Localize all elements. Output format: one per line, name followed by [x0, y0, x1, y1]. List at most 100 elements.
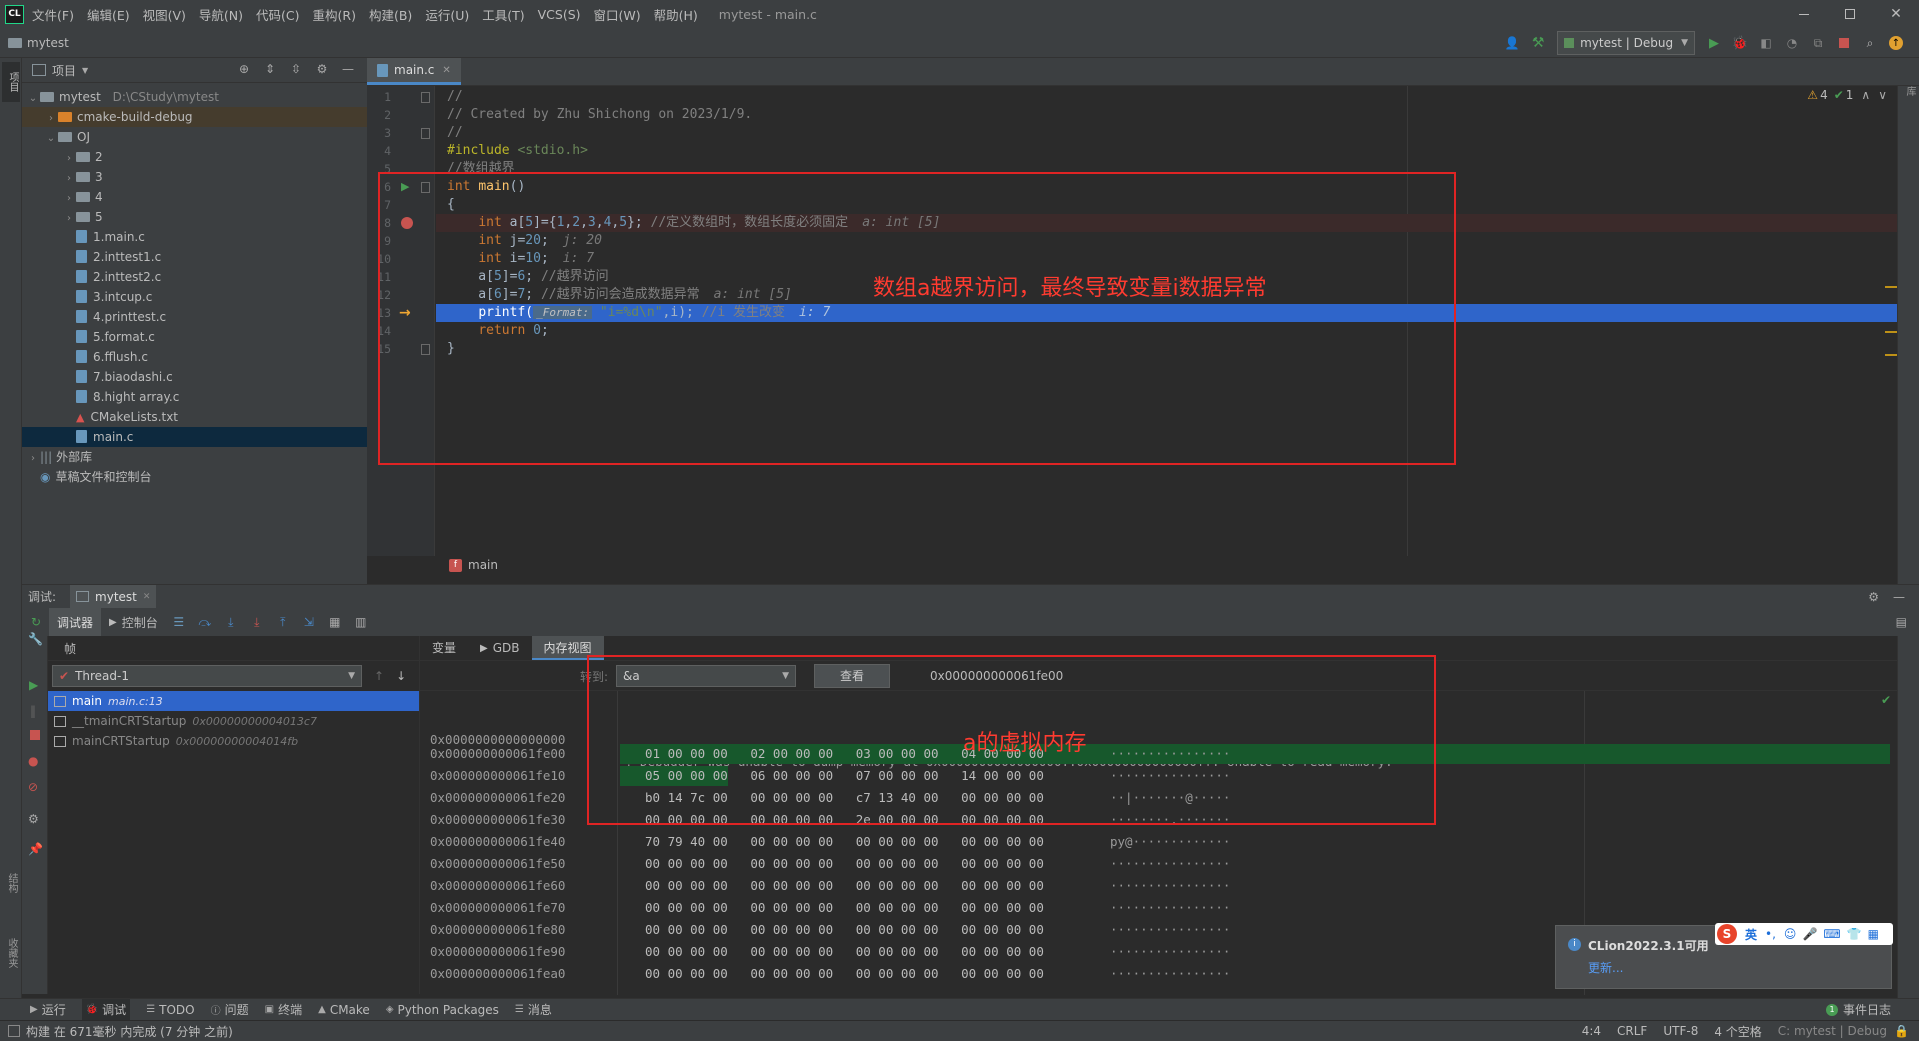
tree-item[interactable]: 1.main.c	[22, 227, 367, 247]
hide-icon[interactable]: —	[1893, 590, 1905, 604]
stop-icon[interactable]	[1836, 35, 1852, 51]
step-into-icon[interactable]: ⤓	[223, 614, 239, 630]
view-breakpoints-icon[interactable]: ●	[28, 754, 38, 768]
skin-icon[interactable]: 👕	[1847, 927, 1862, 941]
restore-button[interactable]	[1827, 0, 1873, 28]
update-link[interactable]: 更新...	[1588, 959, 1623, 976]
project-stripe-button[interactable]: 项目	[2, 62, 20, 102]
memory-row[interactable]: 0x000000000061fe20 b0 14 7c 00 00 00 00 0…	[420, 787, 1897, 809]
expand-arrow-icon[interactable]: ›	[26, 449, 40, 469]
bottom-tool-button[interactable]: ☰ TODO	[146, 1003, 194, 1017]
attach-icon[interactable]: ⧉	[1810, 35, 1826, 51]
restore-layout-icon[interactable]: ▤	[1896, 615, 1907, 629]
expand-arrow-icon[interactable]: ›	[44, 109, 58, 129]
breakpoint-icon[interactable]	[401, 217, 413, 229]
caret-position[interactable]: 4:4	[1582, 1024, 1601, 1038]
expand-arrow-icon[interactable]: ›	[62, 209, 76, 229]
menu-item[interactable]: 帮助(H)	[654, 5, 698, 24]
tree-item[interactable]: 4.printtest.c	[22, 307, 367, 327]
status-toggle-icon[interactable]	[8, 1025, 20, 1037]
tree-item[interactable]: 3.intcup.c	[22, 287, 367, 307]
menu-item[interactable]: 工具(T)	[482, 5, 524, 24]
gear-icon[interactable]: ⚙	[1868, 590, 1879, 604]
ime-toolbar[interactable]: S 英 •, ☺ 🎤 ⌨ 👕 ▦	[1715, 923, 1893, 945]
step-over-icon[interactable]: ⤼	[197, 614, 213, 630]
menu-item[interactable]: 代码(C)	[256, 5, 299, 24]
tree-item[interactable]: main.c	[22, 427, 367, 447]
ime-lang[interactable]: 英	[1745, 926, 1757, 943]
tree-item[interactable]: › cmake-build-debug	[22, 107, 367, 127]
menu-item[interactable]: 构建(B)	[369, 5, 412, 24]
bottom-tool-button[interactable]: 🐞 调试	[81, 999, 131, 1020]
pin-icon[interactable]: 📌	[28, 842, 43, 856]
pause-icon[interactable]: ‖	[30, 704, 36, 718]
error-stripe-mark[interactable]	[1885, 331, 1897, 333]
layout-icon[interactable]: ▥	[353, 614, 369, 630]
code-editor[interactable]: 1 2 3 4 5 6 ▶ 7 8 9 10 11 12 13 → 14 15 //// Created by …	[367, 86, 1897, 572]
tree-item[interactable]: 6.fflush.c	[22, 347, 367, 367]
tab-console[interactable]: ▶ 控制台	[101, 608, 166, 636]
memory-row[interactable]: 0x000000000061fe30 00 00 00 00 00 00 00 0…	[420, 809, 1897, 831]
mute-breakpoints-icon[interactable]: ⊘	[28, 780, 38, 794]
expand-arrow-icon[interactable]: ›	[62, 149, 76, 169]
debug-session-tab[interactable]: mytest ✕	[70, 584, 157, 609]
prev-highlight-icon[interactable]: ∧	[1861, 88, 1870, 102]
menu-item[interactable]: 视图(V)	[143, 5, 186, 24]
line-separator[interactable]: CRLF	[1617, 1024, 1647, 1038]
expand-arrow-icon[interactable]: ⌄	[44, 129, 58, 149]
lock-icon[interactable]: 🔒	[1894, 1024, 1909, 1038]
locate-icon[interactable]: ⊕	[236, 61, 252, 77]
close-window-button[interactable]: ✕	[1873, 0, 1919, 28]
minimize-button[interactable]	[1781, 0, 1827, 28]
tree-item[interactable]: 2.inttest1.c	[22, 247, 367, 267]
menu-item[interactable]: 重构(R)	[313, 5, 356, 24]
tree-scratches[interactable]: ◉ 草稿文件和控制台	[22, 467, 367, 487]
tab-main-c[interactable]: main.c ✕	[367, 58, 461, 85]
hide-icon[interactable]: —	[340, 61, 356, 77]
keyboard-icon[interactable]: ⌨	[1823, 927, 1840, 941]
thread-select[interactable]: ✔ Thread-1 ▼	[52, 665, 362, 687]
chevron-down-icon[interactable]: ▼	[82, 66, 88, 75]
tab-variables[interactable]: 变量	[420, 636, 468, 660]
tree-external-libs[interactable]: › ||| 外部库	[22, 447, 367, 467]
memory-row[interactable]: 0x000000000061fe40 70 79 40 00 00 00 00 0…	[420, 831, 1897, 853]
run-icon[interactable]: ▶	[1706, 35, 1722, 51]
punct-icon[interactable]: •,	[1765, 927, 1776, 941]
bottom-tool-button[interactable]: ⓘ 问题	[211, 1001, 249, 1018]
menu-item[interactable]: 运行(U)	[425, 5, 469, 24]
tree-item[interactable]: 8.hight array.c	[22, 387, 367, 407]
grid-icon[interactable]: ▦	[1868, 927, 1879, 941]
evaluate-icon[interactable]: ▦	[327, 614, 343, 630]
memory-row[interactable]: 0x000000000061fe10 05 00 00 00 06 00 00 0…	[420, 765, 1897, 787]
bottom-tool-button[interactable]: ▶ 运行	[30, 1001, 66, 1018]
mic-icon[interactable]: 🎤	[1802, 927, 1817, 941]
favorites-stripe-button[interactable]: 收藏夹	[3, 938, 19, 968]
project-panel-title[interactable]: 项目	[52, 62, 76, 79]
tree-root[interactable]: ⌄ mytest D:\CStudy\mytest	[22, 87, 367, 107]
next-frame-icon[interactable]: ↓	[396, 669, 406, 683]
stack-frame[interactable]: mainCRTStartup 0x00000000004014fb	[48, 731, 419, 751]
memory-row[interactable]: 0x000000000061fe00 01 00 00 00 02 00 00 0…	[420, 743, 1897, 765]
view-button[interactable]: 查看	[814, 664, 891, 688]
debug-icon[interactable]: 🐞	[1732, 35, 1748, 51]
emoji-icon[interactable]: ☺	[1784, 927, 1797, 941]
tree-item[interactable]: › 4	[22, 187, 367, 207]
step-out-icon[interactable]: ⤒	[275, 614, 291, 630]
stop-icon[interactable]	[30, 730, 40, 740]
coverage-icon[interactable]: ◧	[1758, 35, 1774, 51]
rerun-icon[interactable]: ↻	[28, 614, 44, 630]
run-to-cursor-icon[interactable]: ⇲	[301, 614, 317, 630]
profile-icon[interactable]: ◔	[1784, 35, 1800, 51]
bottom-tool-button[interactable]: ☰ 消息	[515, 1001, 552, 1018]
settings-icon[interactable]: ⚙	[28, 812, 39, 826]
menu-item[interactable]: 导航(N)	[199, 5, 243, 24]
bottom-tool-button[interactable]: ▣ 终端	[265, 1001, 302, 1018]
menu-item[interactable]: 窗口(W)	[594, 5, 641, 24]
wrench-icon[interactable]: 🔧	[28, 632, 43, 646]
update-icon[interactable]: ↑	[1888, 35, 1904, 51]
expand-arrow-icon[interactable]: ›	[62, 189, 76, 209]
tree-item[interactable]: › 5	[22, 207, 367, 227]
breadcrumb[interactable]: f main	[449, 558, 498, 572]
run-gutter-icon[interactable]: ▶	[401, 178, 409, 196]
menu-item[interactable]: 文件(F)	[32, 5, 74, 24]
